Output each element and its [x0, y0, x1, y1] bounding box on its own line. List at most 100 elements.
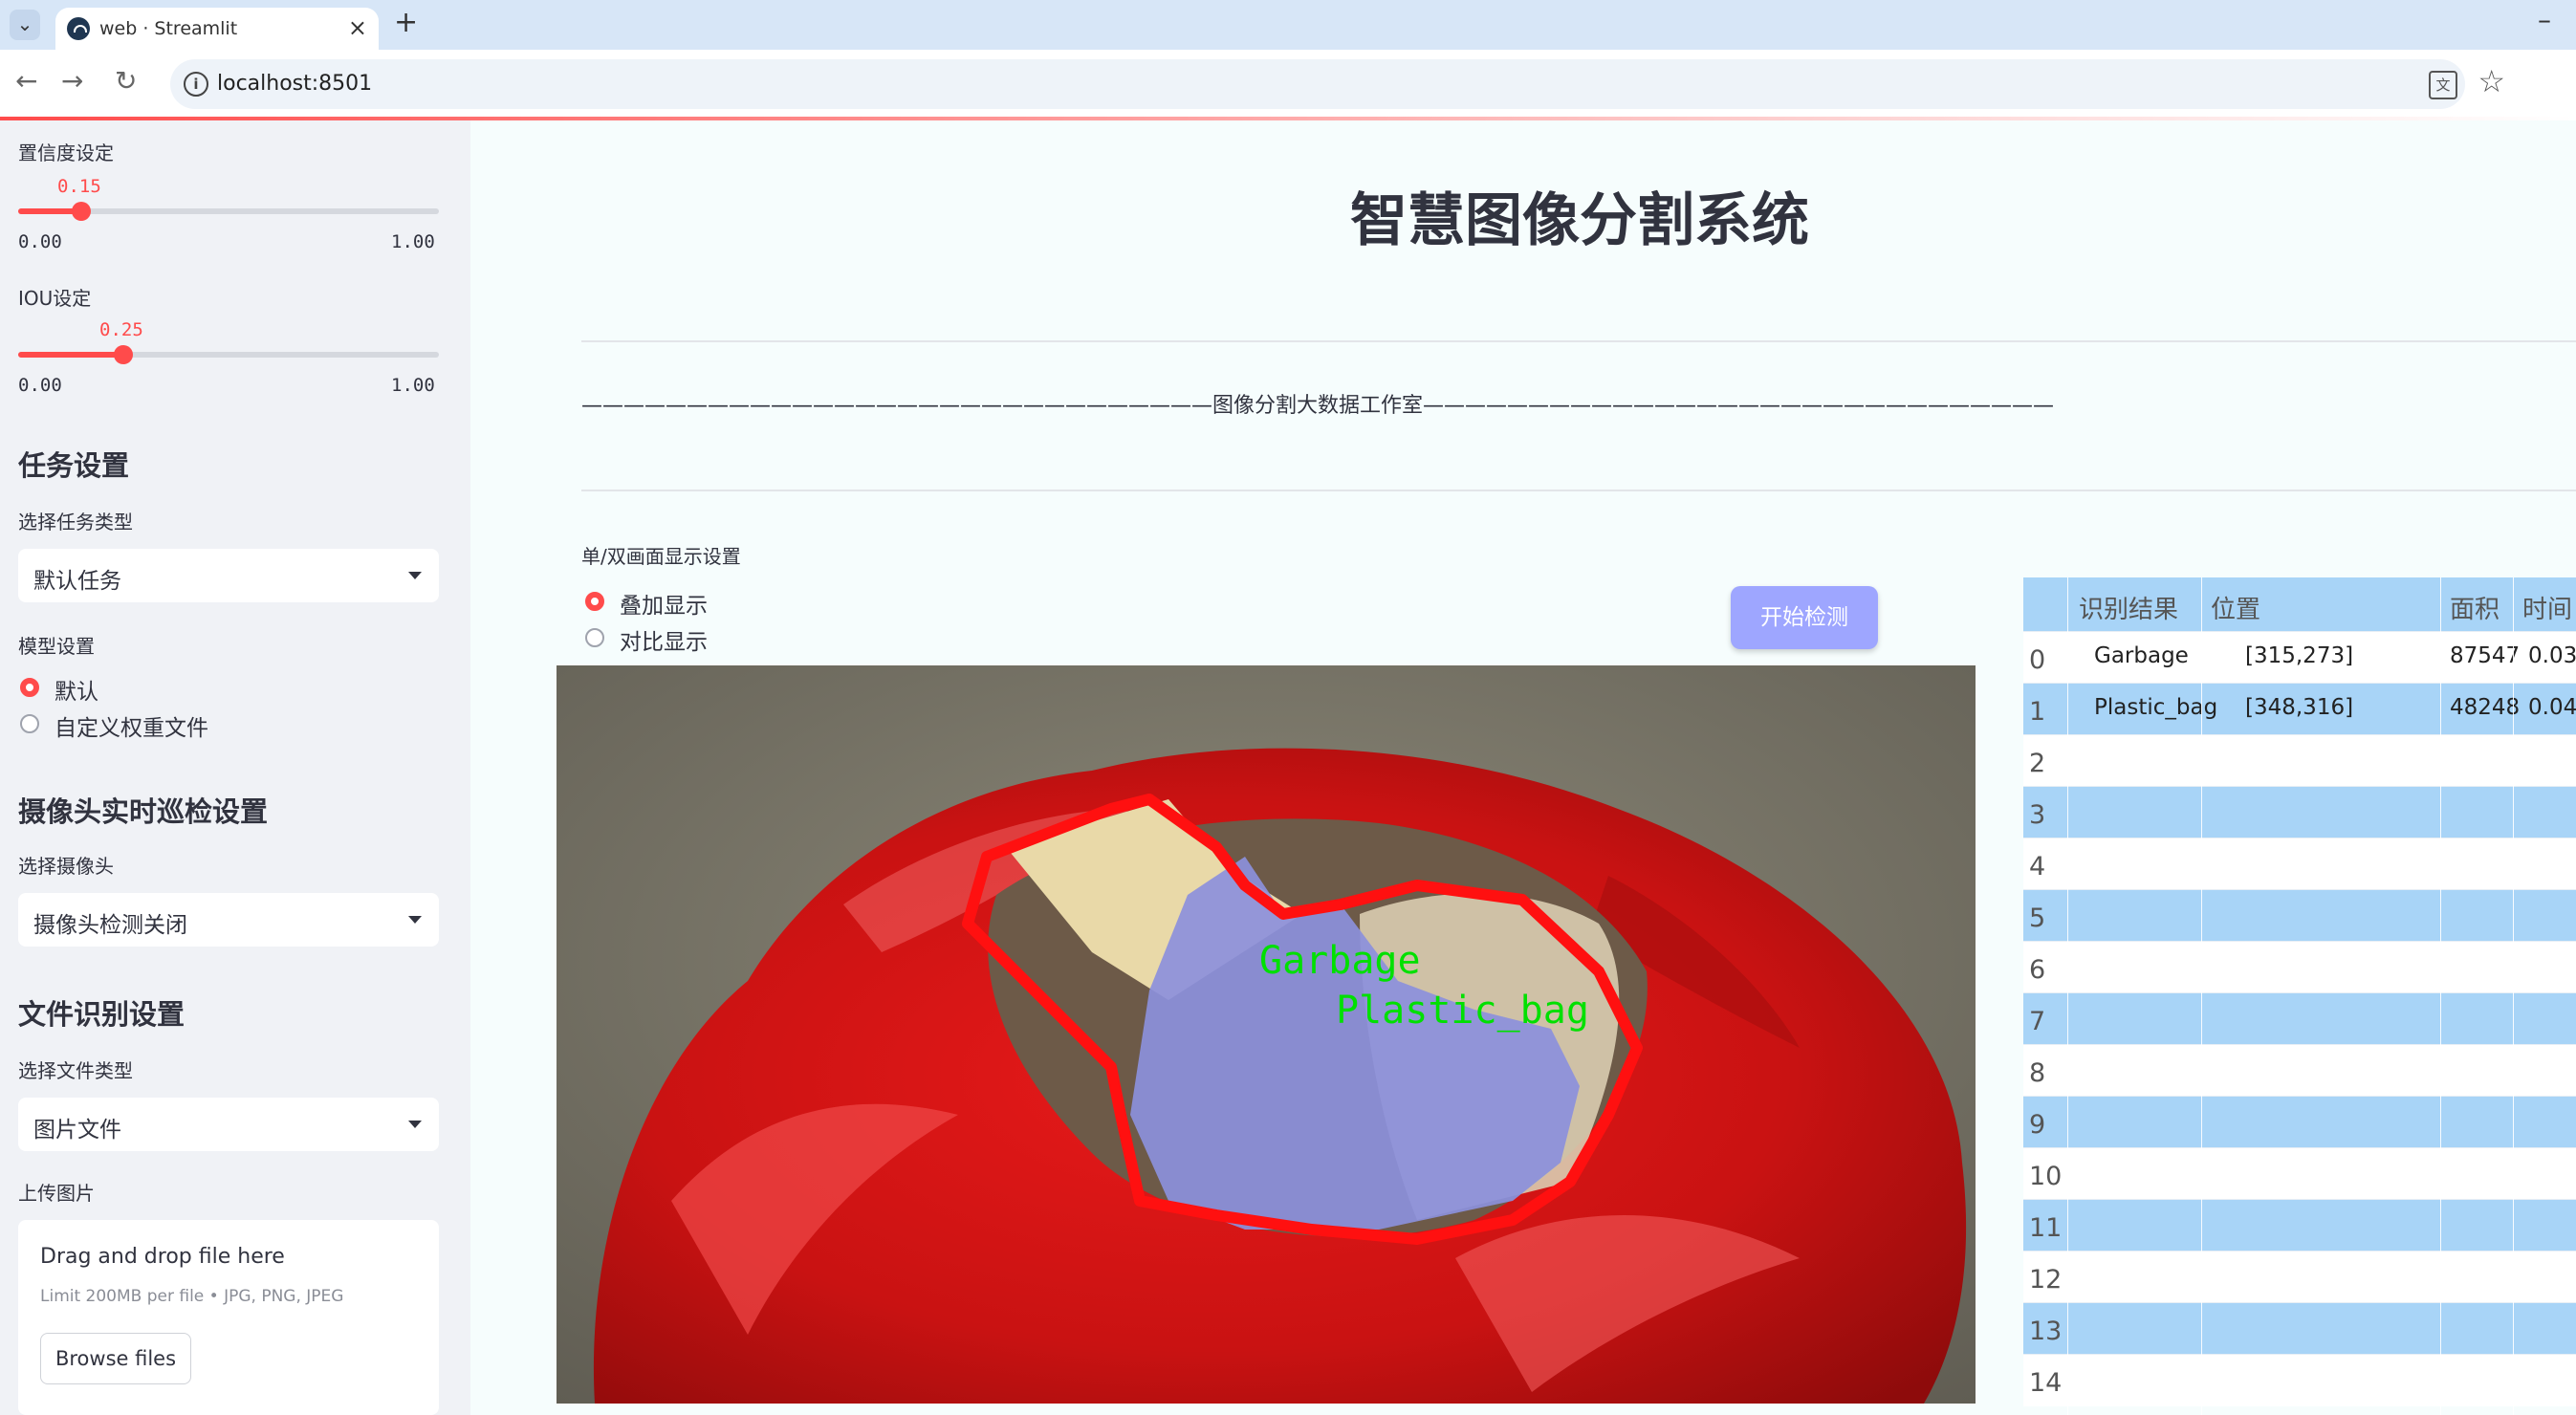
file-type-value: 图片文件 [33, 1118, 121, 1143]
table-row[interactable]: 1 Plastic_bag [348,316] 48248 0.04 [2023, 683, 2576, 735]
column-header[interactable]: 位置 [2211, 590, 2260, 625]
table-row[interactable]: 6 [2023, 941, 2576, 993]
sidebar: 置信度设定 0.15 0.00 1.00 IOU设定 0.25 0.00 1.0… [0, 120, 470, 1415]
model-option-label: 自定义权重文件 [55, 716, 208, 741]
tab-list-button[interactable]: ⌄ [10, 10, 40, 40]
model-settings-label: 模型设置 [18, 635, 95, 658]
table-row[interactable]: 4 [2023, 838, 2576, 890]
display-option-label: 对比显示 [620, 630, 708, 655]
new-tab-button[interactable]: + [394, 6, 418, 39]
iou-slider[interactable] [18, 345, 439, 364]
table-row[interactable]: 12 [2023, 1251, 2576, 1303]
row-index: 6 [2029, 955, 2046, 985]
table-row[interactable]: 8 [2023, 1044, 2576, 1097]
position-cell: [348,316] [2245, 695, 2354, 720]
file-dropzone[interactable]: Drag and drop file here Limit 200MB per … [18, 1220, 439, 1415]
display-option-label: 叠加显示 [620, 594, 708, 619]
close-tab-icon[interactable]: × [348, 14, 367, 41]
reload-icon[interactable]: ↻ [115, 65, 137, 97]
row-index: 11 [2029, 1213, 2063, 1243]
area-cell: 48248 [2450, 695, 2521, 720]
row-index: 4 [2029, 852, 2046, 882]
file-type-label: 选择文件类型 [18, 1059, 133, 1082]
chevron-down-icon [408, 572, 422, 579]
column-divider [2440, 577, 2441, 1415]
file-settings-header: 文件识别设置 [18, 998, 186, 1031]
column-divider [2201, 577, 2202, 1415]
row-index: 12 [2029, 1265, 2063, 1295]
row-index: 0 [2029, 645, 2046, 675]
start-detection-button[interactable]: 开始检测 [1731, 586, 1878, 649]
site-info-icon[interactable]: i [184, 72, 208, 97]
table-row[interactable]: 2 [2023, 734, 2576, 787]
iou-slider-thumb[interactable] [114, 345, 133, 364]
upload-image-label: 上传图片 [18, 1182, 95, 1205]
table-row[interactable]: 10 [2023, 1147, 2576, 1200]
table-row[interactable]: 13 [2023, 1302, 2576, 1355]
dropzone-limit-text: Limit 200MB per file • JPG, PNG, JPEG [40, 1287, 344, 1306]
address-bar-row: ← → ↻ i localhost:8501 文 ☆ [0, 50, 2576, 119]
divider-line [581, 490, 2576, 491]
row-index: 10 [2029, 1162, 2063, 1191]
detection-label: Plastic_bag [1336, 989, 1589, 1033]
translate-icon[interactable]: 文 [2429, 71, 2457, 99]
column-header[interactable]: 面积 [2450, 590, 2500, 625]
iou-max: 1.00 [391, 375, 435, 396]
forward-arrow-icon[interactable]: → [61, 65, 83, 97]
task-type-value: 默认任务 [33, 569, 121, 594]
minimize-window-button[interactable]: – [2538, 4, 2551, 35]
table-row[interactable]: 7 [2023, 992, 2576, 1045]
browse-files-button[interactable]: Browse files [40, 1333, 191, 1384]
streamlit-favicon-icon [67, 17, 90, 40]
page-title: 智慧图像分割系统 [1350, 187, 1809, 254]
iou-label: IOU设定 [18, 287, 92, 310]
task-type-select[interactable]: 默认任务 [18, 549, 439, 602]
time-cell: 0.03 [2528, 643, 2576, 668]
url-text[interactable]: localhost:8501 [217, 72, 372, 96]
radio-selected-icon[interactable] [585, 592, 604, 611]
radio-unselected-icon[interactable] [585, 628, 604, 647]
table-row[interactable]: 11 [2023, 1199, 2576, 1252]
time-cell: 0.04 [2528, 695, 2576, 720]
camera-select[interactable]: 摄像头检测关闭 [18, 893, 439, 947]
detection-label: Garbage [1259, 939, 1421, 983]
chevron-down-icon [408, 1121, 422, 1128]
column-header[interactable]: 识别结果 [2079, 590, 2178, 625]
browser-tab-bar: ⌄ web · Streamlit × + – [0, 0, 2576, 50]
url-bar[interactable]: i localhost:8501 [170, 59, 2465, 109]
row-index: 3 [2029, 800, 2046, 830]
segmentation-result-image: Garbage Plastic_bag [557, 665, 1976, 1404]
position-cell: [315,273] [2245, 643, 2354, 668]
table-row[interactable]: 0 Garbage [315,273] 87547 0.03 [2023, 631, 2576, 684]
result-cell: Garbage [2094, 643, 2189, 668]
dropzone-instructions: Drag and drop file here [40, 1245, 285, 1269]
table-row[interactable]: 9 [2023, 1096, 2576, 1148]
table-row[interactable]: 5 [2023, 889, 2576, 942]
divider-line [581, 340, 2576, 342]
tab-title: web · Streamlit [99, 18, 238, 39]
camera-settings-header: 摄像头实时巡检设置 [18, 795, 269, 828]
row-index: 2 [2029, 749, 2046, 778]
file-type-select[interactable]: 图片文件 [18, 1098, 439, 1151]
row-index: 5 [2029, 903, 2046, 933]
display-mode-label: 单/双画面显示设置 [581, 545, 741, 568]
back-arrow-icon[interactable]: ← [15, 65, 37, 97]
results-table[interactable]: 识别结果 位置 面积 时间 0 Garbage [315,273] 87547 … [2023, 577, 2576, 1415]
row-index: 14 [2029, 1368, 2063, 1398]
area-cell: 87547 [2450, 643, 2521, 668]
iou-slider-fill [18, 352, 123, 358]
chevron-down-icon [408, 916, 422, 924]
table-row[interactable]: 3 [2023, 786, 2576, 838]
table-header: 识别结果 位置 面积 时间 [2023, 577, 2576, 631]
bookmark-star-icon[interactable]: ☆ [2478, 63, 2505, 99]
camera-select-value: 摄像头检测关闭 [33, 913, 187, 938]
studio-divider-text: ——————————————————————————————图像分割大数据工作室… [581, 394, 2055, 418]
model-option-label: 默认 [55, 680, 98, 705]
browser-tab[interactable]: web · Streamlit × [55, 8, 379, 50]
table-row[interactable]: 14 [2023, 1354, 2576, 1406]
column-divider [2067, 577, 2068, 1415]
task-settings-header: 任务设置 [18, 449, 130, 482]
radio-unselected-icon[interactable] [20, 714, 39, 733]
radio-selected-icon[interactable] [20, 678, 39, 697]
column-header[interactable]: 时间 [2522, 590, 2572, 625]
